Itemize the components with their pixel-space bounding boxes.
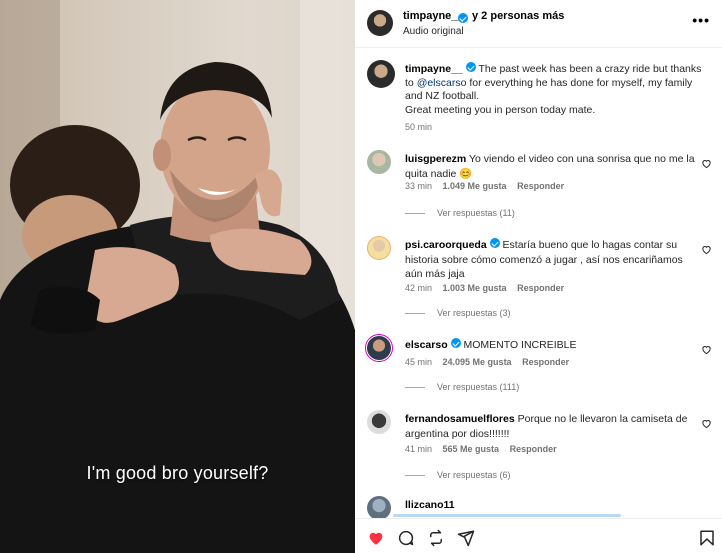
- header-username[interactable]: timpayne__: [403, 10, 464, 22]
- view-replies-button[interactable]: Ver respuestas (6): [405, 470, 511, 480]
- post-panel: timpayne__ y 2 personas más Audio origin…: [355, 0, 722, 553]
- comment-meta: 41 min 565 Me gusta Responder: [405, 444, 565, 454]
- reply-button[interactable]: Responder: [517, 283, 564, 293]
- comment-username[interactable]: elscarso: [405, 339, 448, 351]
- comment-time: 42 min: [405, 283, 433, 293]
- caption-username[interactable]: timpayne__: [405, 63, 463, 75]
- repost-icon[interactable]: [427, 529, 445, 547]
- like-heart-icon[interactable]: [701, 244, 712, 255]
- bookmark-icon[interactable]: [698, 529, 716, 547]
- more-options-icon[interactable]: •••: [692, 12, 710, 28]
- comment-icon[interactable]: [397, 529, 415, 547]
- loading-indicator: [393, 514, 621, 517]
- header-collaborators[interactable]: y 2 personas más: [472, 10, 564, 22]
- audio-label[interactable]: Audio original: [403, 26, 464, 37]
- verified-badge-icon: [489, 238, 500, 248]
- comment-meta: 33 min 1.049 Me gusta Responder: [405, 181, 572, 191]
- reel-video[interactable]: I'm good bro yourself?: [0, 0, 355, 553]
- comment-time: 45 min: [405, 357, 433, 367]
- video-subtitle: I'm good bro yourself?: [86, 463, 269, 483]
- view-replies-button[interactable]: Ver respuestas (3): [405, 308, 511, 318]
- comment-time: 33 min: [405, 181, 433, 191]
- share-icon[interactable]: [457, 529, 475, 547]
- comment-meta: 45 min 24.095 Me gusta Responder: [405, 357, 577, 367]
- avatar[interactable]: [367, 10, 393, 36]
- comment-username[interactable]: llizcano11: [405, 499, 455, 511]
- verified-badge-icon: [450, 338, 461, 348]
- reply-button[interactable]: Responder: [522, 357, 569, 367]
- like-heart-icon[interactable]: [701, 158, 712, 169]
- verified-badge-icon: [465, 62, 476, 72]
- comment-text: luisgperezm Yo viendo el video con una s…: [405, 152, 695, 181]
- heart-filled-icon[interactable]: [367, 529, 385, 547]
- like-heart-icon[interactable]: [701, 344, 712, 355]
- action-bar: [355, 518, 722, 553]
- comment-username[interactable]: psi.caroorqueda: [405, 239, 487, 251]
- comment-text: psi.caroorqueda Estaría bueno que lo hag…: [405, 238, 695, 282]
- comment-text: llizcano11: [405, 498, 695, 513]
- comment-likes[interactable]: 1.049 Me gusta: [443, 181, 507, 191]
- comment-likes[interactable]: 24.095 Me gusta: [443, 357, 512, 367]
- avatar[interactable]: [367, 236, 391, 260]
- avatar[interactable]: [365, 334, 393, 362]
- comment-text: elscarso MOMENTO INCREIBLE: [405, 338, 695, 353]
- caption-mention[interactable]: @elscarso: [417, 77, 467, 89]
- comment-likes[interactable]: 1.003 Me gusta: [443, 283, 507, 293]
- view-replies-button[interactable]: Ver respuestas (111): [405, 382, 519, 392]
- reply-button[interactable]: Responder: [510, 444, 557, 454]
- view-replies-button[interactable]: Ver respuestas (11): [405, 208, 515, 218]
- reply-button[interactable]: Responder: [517, 181, 564, 191]
- comment-username[interactable]: luisgperezm: [405, 153, 466, 165]
- comment-time: 41 min: [405, 444, 433, 454]
- avatar[interactable]: [367, 496, 391, 520]
- comment-meta: 42 min 1.003 Me gusta Responder: [405, 283, 572, 293]
- avatar[interactable]: [367, 150, 391, 174]
- avatar[interactable]: [367, 60, 395, 88]
- avatar[interactable]: [367, 410, 391, 434]
- like-heart-icon[interactable]: [701, 418, 712, 429]
- comment-body: MOMENTO INCREIBLE: [463, 339, 577, 351]
- comment-likes[interactable]: 565 Me gusta: [443, 444, 500, 454]
- verified-badge-icon: [458, 13, 468, 23]
- caption-body-3: Great meeting you in person today mate.: [405, 103, 596, 116]
- comment-username[interactable]: fernandosamuelflores: [405, 413, 515, 425]
- caption-text: timpayne__ The past week has been a craz…: [405, 62, 710, 117]
- caption-time: 50 min: [405, 122, 433, 132]
- post-header: timpayne__ y 2 personas más Audio origin…: [355, 0, 722, 48]
- comment-text: fernandosamuelflores Porque no le llevar…: [405, 412, 695, 441]
